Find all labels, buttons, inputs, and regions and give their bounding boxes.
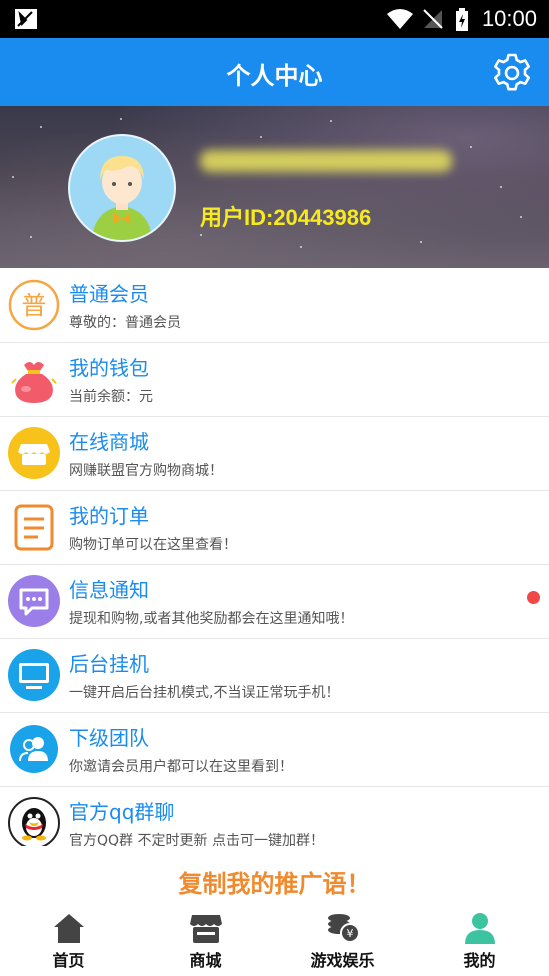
order-document-icon [14, 504, 54, 551]
tab-games[interactable]: ¥ 游戏娱乐 [274, 906, 411, 976]
menu-item-subtitle: 当前余额：元 [69, 389, 153, 405]
blurred-username [200, 150, 452, 172]
menu-item-sub-team[interactable]: 下级团队 你邀请会员用户都可以在这里看到！ [0, 712, 549, 787]
menu-item-background-hosting[interactable]: 后台挂机 一键开启后台挂机模式,不当误正常玩手机！ [0, 638, 549, 713]
menu-item-subtitle: 购物订单可以在这里查看！ [69, 537, 237, 553]
menu-item-title: 普通会员 [69, 282, 149, 306]
menu-item-wallet[interactable]: 我的钱包 当前余额：元 [0, 342, 549, 417]
status-bar: 10:00 [0, 0, 549, 38]
svg-text:¥: ¥ [346, 927, 353, 940]
copy-promo-button[interactable]: 复制我的推广语！ [0, 864, 549, 899]
tab-store[interactable]: 商城 [137, 906, 274, 976]
unread-badge [527, 591, 540, 604]
menu-item-subtitle: 你邀请会员用户都可以在这里看到！ [69, 759, 293, 775]
avatar-boy-icon [92, 156, 152, 240]
menu-item-subtitle: 提现和购物,或者其他奖励都会在这里通知哦！ [69, 611, 354, 627]
tab-label: 游戏娱乐 [310, 951, 375, 970]
page-title: 个人中心 [226, 62, 323, 90]
menu-item-subtitle: 官方QQ群 不定时更新 点击可一键加群！ [69, 833, 324, 846]
wifi-icon [387, 9, 413, 29]
menu-item-title: 我的订单 [69, 504, 149, 528]
member-badge-icon: 普 [8, 279, 60, 331]
app-notification-icon [15, 9, 37, 29]
settings-gear-icon[interactable] [491, 52, 533, 94]
menu-item-online-shop[interactable]: 在线商城 网赚联盟官方购物商城！ [0, 416, 549, 491]
money-bag-icon [11, 362, 57, 403]
monitor-icon [8, 649, 60, 701]
app-header: 个人中心 [0, 38, 549, 106]
tab-label: 商城 [189, 951, 222, 970]
tab-home[interactable]: 首页 [0, 906, 137, 976]
store-icon [189, 915, 222, 943]
menu-item-title: 后台挂机 [69, 652, 149, 676]
menu-item-member[interactable]: 普 普通会员 尊敬的：普通会员 [0, 268, 549, 343]
menu-item-subtitle: 网赚联盟官方购物商城！ [69, 463, 223, 479]
user-id-label: 用户ID:20443986 [200, 205, 372, 230]
team-icon [10, 725, 58, 773]
battery-charging-icon [456, 8, 468, 31]
menu-item-qq-group[interactable]: 官方qq群聊 官方QQ群 不定时更新 点击可一键加群！ [0, 786, 549, 846]
coins-icon: ¥ [327, 914, 360, 943]
menu-item-title: 官方qq群聊 [69, 800, 175, 824]
clock: 10:00 [481, 6, 537, 31]
tab-mine[interactable]: 我的 [411, 906, 548, 976]
menu-list: 普 普通会员 尊敬的：普通会员 我的钱包 当前余额：元 在线商城 网赚联盟官方购… [0, 268, 549, 846]
qq-penguin-icon [8, 797, 60, 846]
menu-item-my-orders[interactable]: 我的订单 购物订单可以在这里查看！ [0, 490, 549, 565]
profile-banner: 用户ID:20443986 [0, 106, 549, 268]
home-icon [53, 914, 84, 943]
no-signal-icon [423, 9, 443, 29]
menu-item-title: 下级团队 [69, 726, 149, 750]
svg-text:普: 普 [21, 291, 46, 320]
menu-item-subtitle: 尊敬的：普通会员 [69, 315, 181, 331]
shop-icon [8, 427, 60, 479]
person-icon [464, 913, 495, 944]
menu-item-subtitle: 一键开启后台挂机模式,不当误正常玩手机！ [69, 685, 340, 701]
message-icon [8, 575, 60, 627]
menu-item-title: 我的钱包 [69, 356, 149, 380]
tab-label: 我的 [463, 951, 496, 970]
menu-item-notifications[interactable]: 信息通知 提现和购物,或者其他奖励都会在这里通知哦！ [0, 564, 549, 639]
tab-label: 首页 [52, 951, 85, 970]
menu-item-title: 信息通知 [69, 578, 149, 602]
avatar[interactable] [68, 134, 176, 242]
bottom-tab-bar: 首页 商城 ¥ 游戏娱乐 我的 [0, 906, 549, 976]
menu-item-title: 在线商城 [69, 430, 149, 454]
